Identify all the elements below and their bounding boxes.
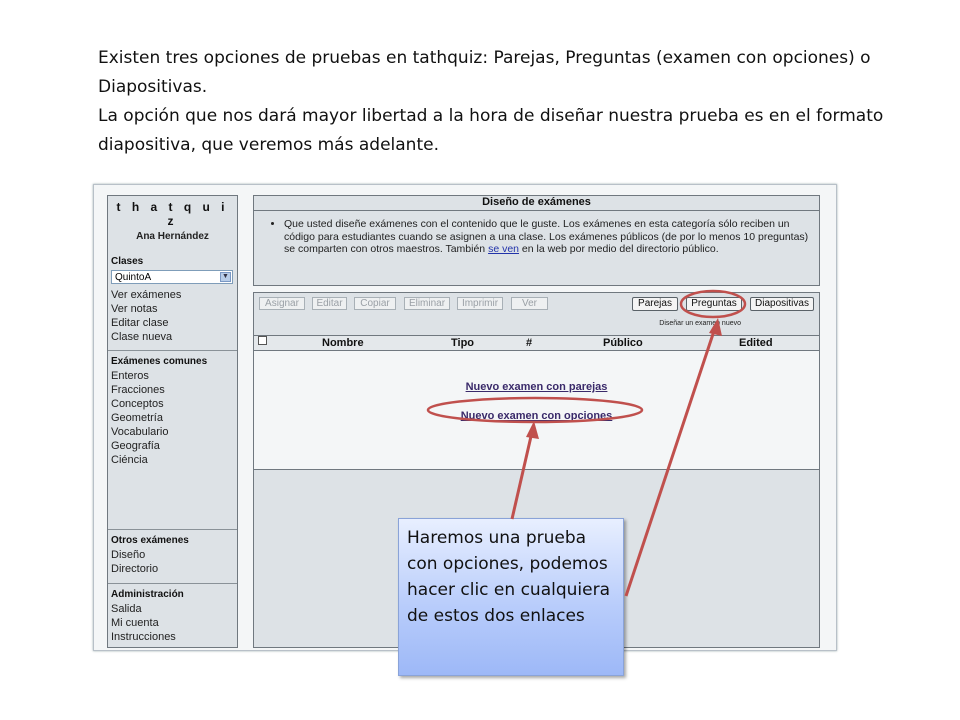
info-text: Que usted diseñe exámenes con el conteni… [284, 218, 809, 256]
copiar-button[interactable]: Copiar [354, 297, 396, 310]
sidebar-item-instrucciones[interactable]: Instrucciones [111, 630, 237, 644]
sidebar-section-admin: Administración Salida Mi cuenta Instrucc… [108, 583, 237, 644]
sidebar-item-diseno[interactable]: Diseño [111, 548, 237, 562]
eliminar-button[interactable]: Eliminar [404, 297, 450, 310]
editar-button[interactable]: Editar [312, 297, 347, 310]
intro-text: Existen tres opciones de pruebas en tath… [98, 44, 898, 160]
toolbar-caption: Diseñar un examen nuevo [659, 320, 741, 327]
info-text-after: en la web por medio del directorio públi… [519, 243, 719, 255]
toolbar: Asignar Editar Copiar Eliminar Imprimir … [254, 293, 819, 336]
sidebar-item-ciencia[interactable]: Ciéncia [111, 453, 237, 467]
sidebar-item-conceptos[interactable]: Conceptos [111, 397, 237, 411]
section-title-comunes: Exámenes comunes [111, 356, 208, 367]
info-panel-title: Diseño de exámenes [254, 196, 819, 211]
info-panel: Diseño de exámenes Que usted diseñe exám… [253, 195, 820, 286]
sidebar-item-clase-nueva[interactable]: Clase nueva [111, 330, 237, 344]
column-numero[interactable]: # [526, 336, 532, 350]
sidebar-item-enteros[interactable]: Enteros [111, 369, 237, 383]
sidebar-section-otros: Otros exámenes Diseño Directorio [108, 529, 237, 576]
table-body: Nuevo examen con parejas Nuevo examen co… [254, 351, 819, 470]
sidebar-item-fracciones[interactable]: Fracciones [111, 383, 237, 397]
nuevo-examen-opciones-link[interactable]: Nuevo examen con opciones [254, 410, 819, 422]
callout-text: Haremos una prueba con opciones, podemos… [407, 528, 610, 626]
select-all-checkbox[interactable] [258, 336, 267, 345]
column-publico[interactable]: Público [603, 336, 643, 350]
parejas-button[interactable]: Parejas [632, 297, 678, 311]
diapositivas-button[interactable]: Diapositivas [750, 297, 814, 311]
class-select[interactable]: QuintoA ▼ [111, 270, 233, 284]
preguntas-button[interactable]: Preguntas [686, 297, 742, 311]
sidebar-section-comunes: Exámenes comunes Enteros Fracciones Conc… [108, 350, 237, 467]
se-ven-link[interactable]: se ven [488, 243, 519, 255]
section-title-clases: Clases [111, 256, 144, 267]
sidebar-item-directorio[interactable]: Directorio [111, 562, 237, 576]
sidebar-item-salida[interactable]: Salida [111, 602, 237, 616]
column-edited[interactable]: Edited [739, 336, 773, 350]
sidebar-section-clases: Clases QuintoA ▼ Ver exámenes Ver notas … [108, 256, 237, 344]
sidebar-item-geografia[interactable]: Geografía [111, 439, 237, 453]
sidebar-item-mi-cuenta[interactable]: Mi cuenta [111, 616, 237, 630]
nuevo-examen-parejas-link[interactable]: Nuevo examen con parejas [254, 381, 819, 393]
class-select-value: QuintoA [115, 272, 152, 283]
asignar-button[interactable]: Asignar [259, 297, 305, 310]
column-nombre[interactable]: Nombre [322, 336, 364, 350]
brand-logo: t h a t q u i z [116, 200, 229, 228]
sidebar-item-ver-examenes[interactable]: Ver exámenes [111, 288, 237, 302]
info-list: Que usted diseñe exámenes con el conteni… [284, 218, 809, 256]
intro-line-1: Existen tres opciones de pruebas en tath… [98, 48, 871, 97]
imprimir-button[interactable]: Imprimir [457, 297, 503, 310]
sidebar-item-geometria[interactable]: Geometría [111, 411, 237, 425]
chevron-down-icon[interactable]: ▼ [220, 272, 231, 282]
user-name: Ana Hernández [136, 231, 209, 242]
callout-box: Haremos una prueba con opciones, podemos… [398, 518, 624, 676]
sidebar-item-vocabulario[interactable]: Vocabulario [111, 425, 237, 439]
ver-button[interactable]: Ver [511, 297, 548, 310]
intro-line-2: La opción que nos dará mayor libertad a … [98, 106, 884, 155]
section-title-admin: Administración [111, 589, 184, 600]
section-title-otros: Otros exámenes [111, 535, 189, 546]
sidebar-item-editar-clase[interactable]: Editar clase [111, 316, 237, 330]
sidebar: t h a t q u i z Ana Hernández Clases Qui… [107, 195, 238, 648]
column-tipo[interactable]: Tipo [451, 336, 474, 350]
table-header: Nombre Tipo # Público Edited [254, 336, 819, 351]
sidebar-item-ver-notas[interactable]: Ver notas [111, 302, 237, 316]
